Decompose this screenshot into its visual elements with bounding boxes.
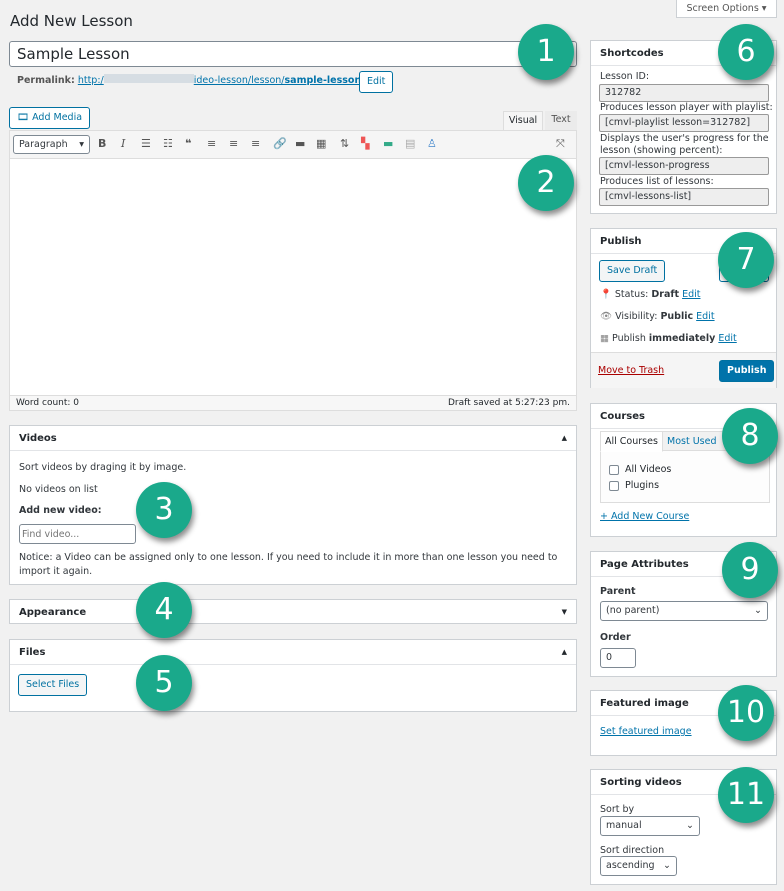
callout-badge: 4 — [136, 582, 192, 638]
videos-header[interactable]: Videos ▲ — [10, 426, 576, 451]
read-more-icon[interactable]: ▬ — [295, 137, 305, 150]
appearance-panel[interactable]: Appearance ▼ — [9, 599, 577, 624]
plugin-icon-3[interactable]: ▬ — [383, 137, 393, 150]
italic-icon[interactable]: I — [121, 137, 125, 150]
plugin-icon-5[interactable]: ♙ — [427, 137, 437, 150]
permalink-link[interactable]: http:/ideo-lesson/lesson/sample-lesson/ — [78, 74, 364, 86]
numbered-list-icon[interactable]: ☷ — [163, 137, 173, 150]
editor-toolbar: Paragraph ▾ B I ☰ ☷ ❝ ≡ ≡ ≡ 🔗 ▬ ▦ ⇅ ▚ ▬ ▤… — [10, 131, 576, 159]
title-input[interactable]: Sample Lesson — [9, 41, 577, 67]
media-icon: 🎞 — [17, 112, 33, 123]
callout-badge: 2 — [518, 155, 574, 211]
add-video-label: Add new video: — [19, 505, 102, 516]
permalink-label: Permalink: — [17, 75, 75, 86]
visibility-edit-link[interactable]: Edit — [696, 311, 714, 322]
sort-direction-select[interactable]: ascending ⌄ — [600, 856, 677, 876]
callout-badge: 8 — [722, 408, 778, 464]
calendar-icon: ▦ — [600, 333, 609, 344]
lessons-list-shortcode-field[interactable]: [cmvl-lessons-list] — [599, 188, 769, 206]
page-title: Add New Lesson — [10, 12, 133, 30]
blockquote-icon[interactable]: ❝ — [185, 137, 191, 150]
add-new-course-link[interactable]: + Add New Course — [600, 511, 689, 522]
files-header[interactable]: Files ▲ — [10, 640, 576, 665]
format-select[interactable]: Paragraph ▾ — [13, 135, 90, 154]
callout-badge: 3 — [136, 482, 192, 538]
plugin-icon-1[interactable]: ⇅ — [340, 137, 349, 150]
publish-button[interactable]: Publish — [719, 360, 775, 382]
find-video-input[interactable] — [19, 524, 136, 544]
plugin-icon-4[interactable]: ▤ — [405, 137, 415, 150]
lessons-list-label: Produces list of lessons: — [600, 176, 714, 187]
lesson-id-label: Lesson ID: — [600, 71, 650, 82]
align-left-icon[interactable]: ≡ — [207, 137, 216, 150]
pin-icon: 📍 — [600, 289, 612, 300]
checkbox[interactable] — [609, 480, 619, 491]
callout-badge: 6 — [718, 24, 774, 80]
empty-list: No videos on list — [19, 484, 98, 495]
progress-shortcode-field[interactable]: [cmvl-lesson-progress — [599, 157, 769, 175]
tab-text[interactable]: Text — [545, 111, 577, 131]
files-panel: Files ▲ Select Files — [9, 639, 577, 712]
videos-panel: Videos ▲ Sort videos by draging it by ima… — [9, 425, 577, 585]
course-item[interactable]: All Videos — [609, 464, 671, 475]
sort-direction-label: Sort direction — [600, 845, 665, 856]
bullet-list-icon[interactable]: ☰ — [141, 137, 151, 150]
playlist-shortcode-field[interactable]: [cmvl-playlist lesson=312782] — [599, 114, 769, 132]
save-draft-button[interactable]: Save Draft — [599, 260, 666, 282]
select-files-button[interactable]: Select Files — [18, 674, 88, 696]
editor: Paragraph ▾ B I ☰ ☷ ❝ ≡ ≡ ≡ 🔗 ▬ ▦ ⇅ ▚ ▬ ▤… — [9, 130, 577, 411]
order-label: Order — [600, 632, 631, 643]
callout-badge: 10 — [718, 685, 774, 741]
callout-badge: 1 — [518, 24, 574, 80]
set-featured-image-link[interactable]: Set featured image — [600, 726, 692, 737]
fullscreen-icon[interactable]: ⤧ — [556, 137, 565, 151]
schedule-edit-link[interactable]: Edit — [718, 333, 736, 344]
parent-select[interactable]: (no parent) ⌄ — [600, 601, 768, 621]
callout-badge: 9 — [722, 542, 778, 598]
sort-by-select[interactable]: manual ⌄ — [600, 816, 700, 836]
align-right-icon[interactable]: ≡ — [251, 137, 260, 150]
videos-notice: Notice: a Video can be assigned only to … — [19, 552, 558, 577]
status-edit-link[interactable]: Edit — [682, 289, 700, 300]
tab-all-courses[interactable]: All Courses — [600, 431, 663, 452]
permalink: Permalink: http:/ideo-lesson/lesson/samp… — [17, 74, 364, 86]
checkbox[interactable] — [609, 464, 619, 475]
progress-label: Displays the user's progress for the les… — [600, 133, 769, 156]
tab-most-used[interactable]: Most Used — [667, 436, 716, 447]
callout-badge: 5 — [136, 655, 192, 711]
lesson-id-field[interactable]: 312782 — [599, 84, 769, 102]
permalink-edit-button[interactable]: Edit — [359, 71, 394, 93]
add-media-button[interactable]: 🎞 Add Media — [9, 107, 91, 129]
playlist-label: Produces lesson player with playlist: — [600, 102, 773, 113]
tab-visual[interactable]: Visual — [503, 111, 543, 131]
callout-badge: 11 — [718, 767, 774, 823]
eye-icon: 👁 — [600, 311, 613, 322]
word-count: Word count: 0 — [16, 398, 80, 408]
sort-hint: Sort videos by draging it by image. — [19, 462, 187, 473]
toolbar-toggle-icon[interactable]: ▦ — [316, 137, 326, 150]
parent-label: Parent — [600, 586, 636, 597]
align-center-icon[interactable]: ≡ — [229, 137, 238, 150]
link-icon[interactable]: 🔗 — [273, 137, 287, 150]
screen-options-button[interactable]: Screen Options ▾ — [676, 0, 777, 18]
course-item[interactable]: Plugins — [609, 480, 659, 491]
draft-saved: Draft saved at 5:27:23 pm. — [448, 398, 570, 408]
editor-footer: Word count: 0 Draft saved at 5:27:23 pm. — [10, 395, 576, 410]
callout-badge: 7 — [718, 232, 774, 288]
order-input[interactable]: 0 — [600, 648, 636, 668]
move-to-trash-link[interactable]: Move to Trash — [598, 365, 664, 376]
bold-icon[interactable]: B — [98, 137, 106, 150]
plugin-icon-2[interactable]: ▚ — [361, 137, 369, 150]
sort-by-label: Sort by — [600, 804, 635, 815]
